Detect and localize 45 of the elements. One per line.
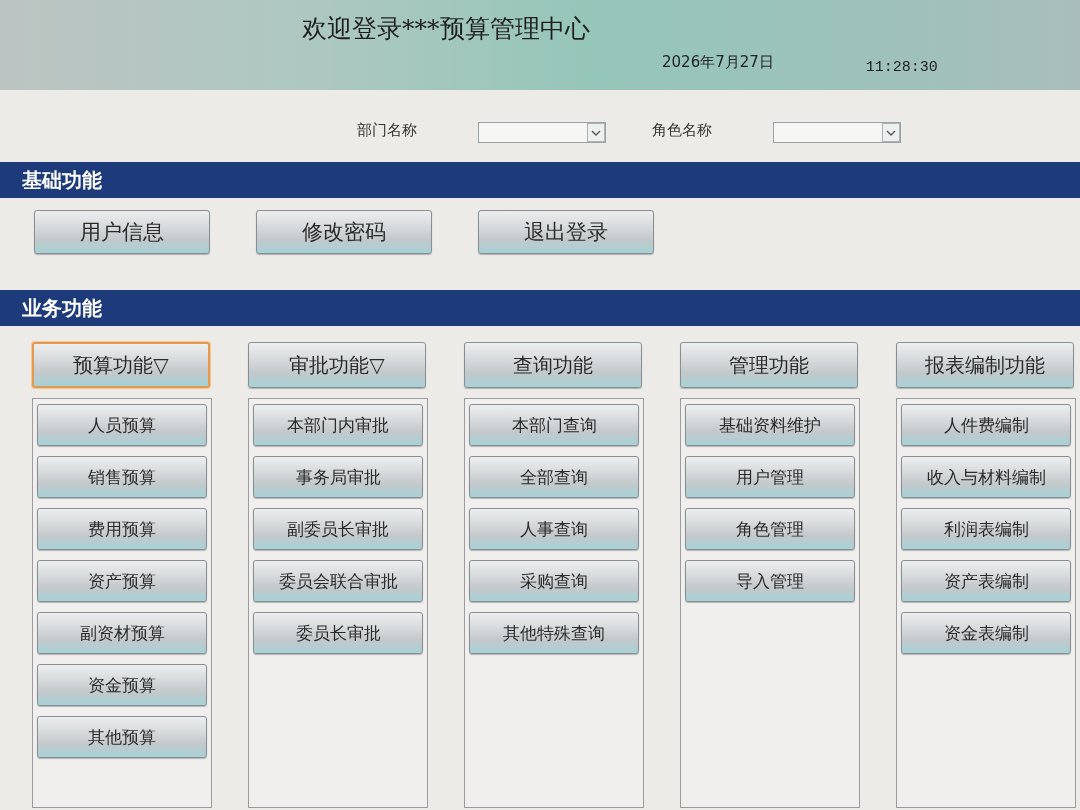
menu-button[interactable]: 角色管理 bbox=[685, 508, 855, 550]
menu-button[interactable]: 本部门内审批 bbox=[253, 404, 423, 446]
section-title: 业务功能 bbox=[22, 294, 102, 322]
menu-button[interactable]: 其他预算 bbox=[37, 716, 207, 758]
menu-button[interactable]: 副委员长审批 bbox=[253, 508, 423, 550]
section-title: 基础功能 bbox=[22, 166, 102, 194]
dropdown-field[interactable] bbox=[478, 121, 606, 143]
field-label: 角色名称 bbox=[652, 120, 712, 140]
menu-button[interactable]: 费用预算 bbox=[37, 508, 207, 550]
menu-button[interactable]: 利润表编制 bbox=[901, 508, 1071, 550]
menu-button[interactable]: 采购查询 bbox=[469, 560, 639, 602]
page-title: 欢迎登录***预算管理中心 bbox=[302, 13, 590, 45]
menu-button[interactable]: 副资材预算 bbox=[37, 612, 207, 654]
function-button[interactable]: 用户信息 bbox=[34, 210, 210, 254]
menu-button[interactable]: 人件费编制 bbox=[901, 404, 1071, 446]
function-button[interactable]: 修改密码 bbox=[256, 210, 432, 254]
chevron-down-icon[interactable] bbox=[882, 122, 900, 142]
menu-button[interactable]: 人员预算 bbox=[37, 404, 207, 446]
menu-button[interactable]: 其他特殊查询 bbox=[469, 612, 639, 654]
menu-button[interactable]: 全部查询 bbox=[469, 456, 639, 498]
menu-button[interactable]: 人事查询 bbox=[469, 508, 639, 550]
chevron-down-icon[interactable] bbox=[587, 122, 605, 142]
menu-button[interactable]: 委员会联合审批 bbox=[253, 560, 423, 602]
dropdown-field[interactable] bbox=[773, 121, 901, 143]
menu-button[interactable]: 资金表编制 bbox=[901, 612, 1071, 654]
menu-button[interactable]: 收入与材料编制 bbox=[901, 456, 1071, 498]
menu-button[interactable]: 本部门查询 bbox=[469, 404, 639, 446]
menu-button[interactable]: 委员长审批 bbox=[253, 612, 423, 654]
category-button[interactable]: 查询功能 bbox=[464, 342, 642, 388]
menu-button[interactable]: 销售预算 bbox=[37, 456, 207, 498]
menu-button[interactable]: 导入管理 bbox=[685, 560, 855, 602]
category-button[interactable]: 报表编制功能 bbox=[896, 342, 1074, 388]
function-button[interactable]: 退出登录 bbox=[478, 210, 654, 254]
category-button[interactable]: 管理功能 bbox=[680, 342, 858, 388]
menu-button[interactable]: 基础资料维护 bbox=[685, 404, 855, 446]
menu-button[interactable]: 资产表编制 bbox=[901, 560, 1071, 602]
field-label: 部门名称 bbox=[357, 120, 417, 140]
menu-button[interactable]: 事务局审批 bbox=[253, 456, 423, 498]
menu-button[interactable]: 资金预算 bbox=[37, 664, 207, 706]
time-text: 11:28:30 bbox=[865, 59, 938, 76]
category-button[interactable]: 审批功能▽ bbox=[248, 342, 426, 388]
date-text: 2026年7月27日 bbox=[662, 53, 774, 72]
category-button[interactable]: 预算功能▽ bbox=[32, 342, 210, 388]
menu-button[interactable]: 资产预算 bbox=[37, 560, 207, 602]
menu-button[interactable]: 用户管理 bbox=[685, 456, 855, 498]
